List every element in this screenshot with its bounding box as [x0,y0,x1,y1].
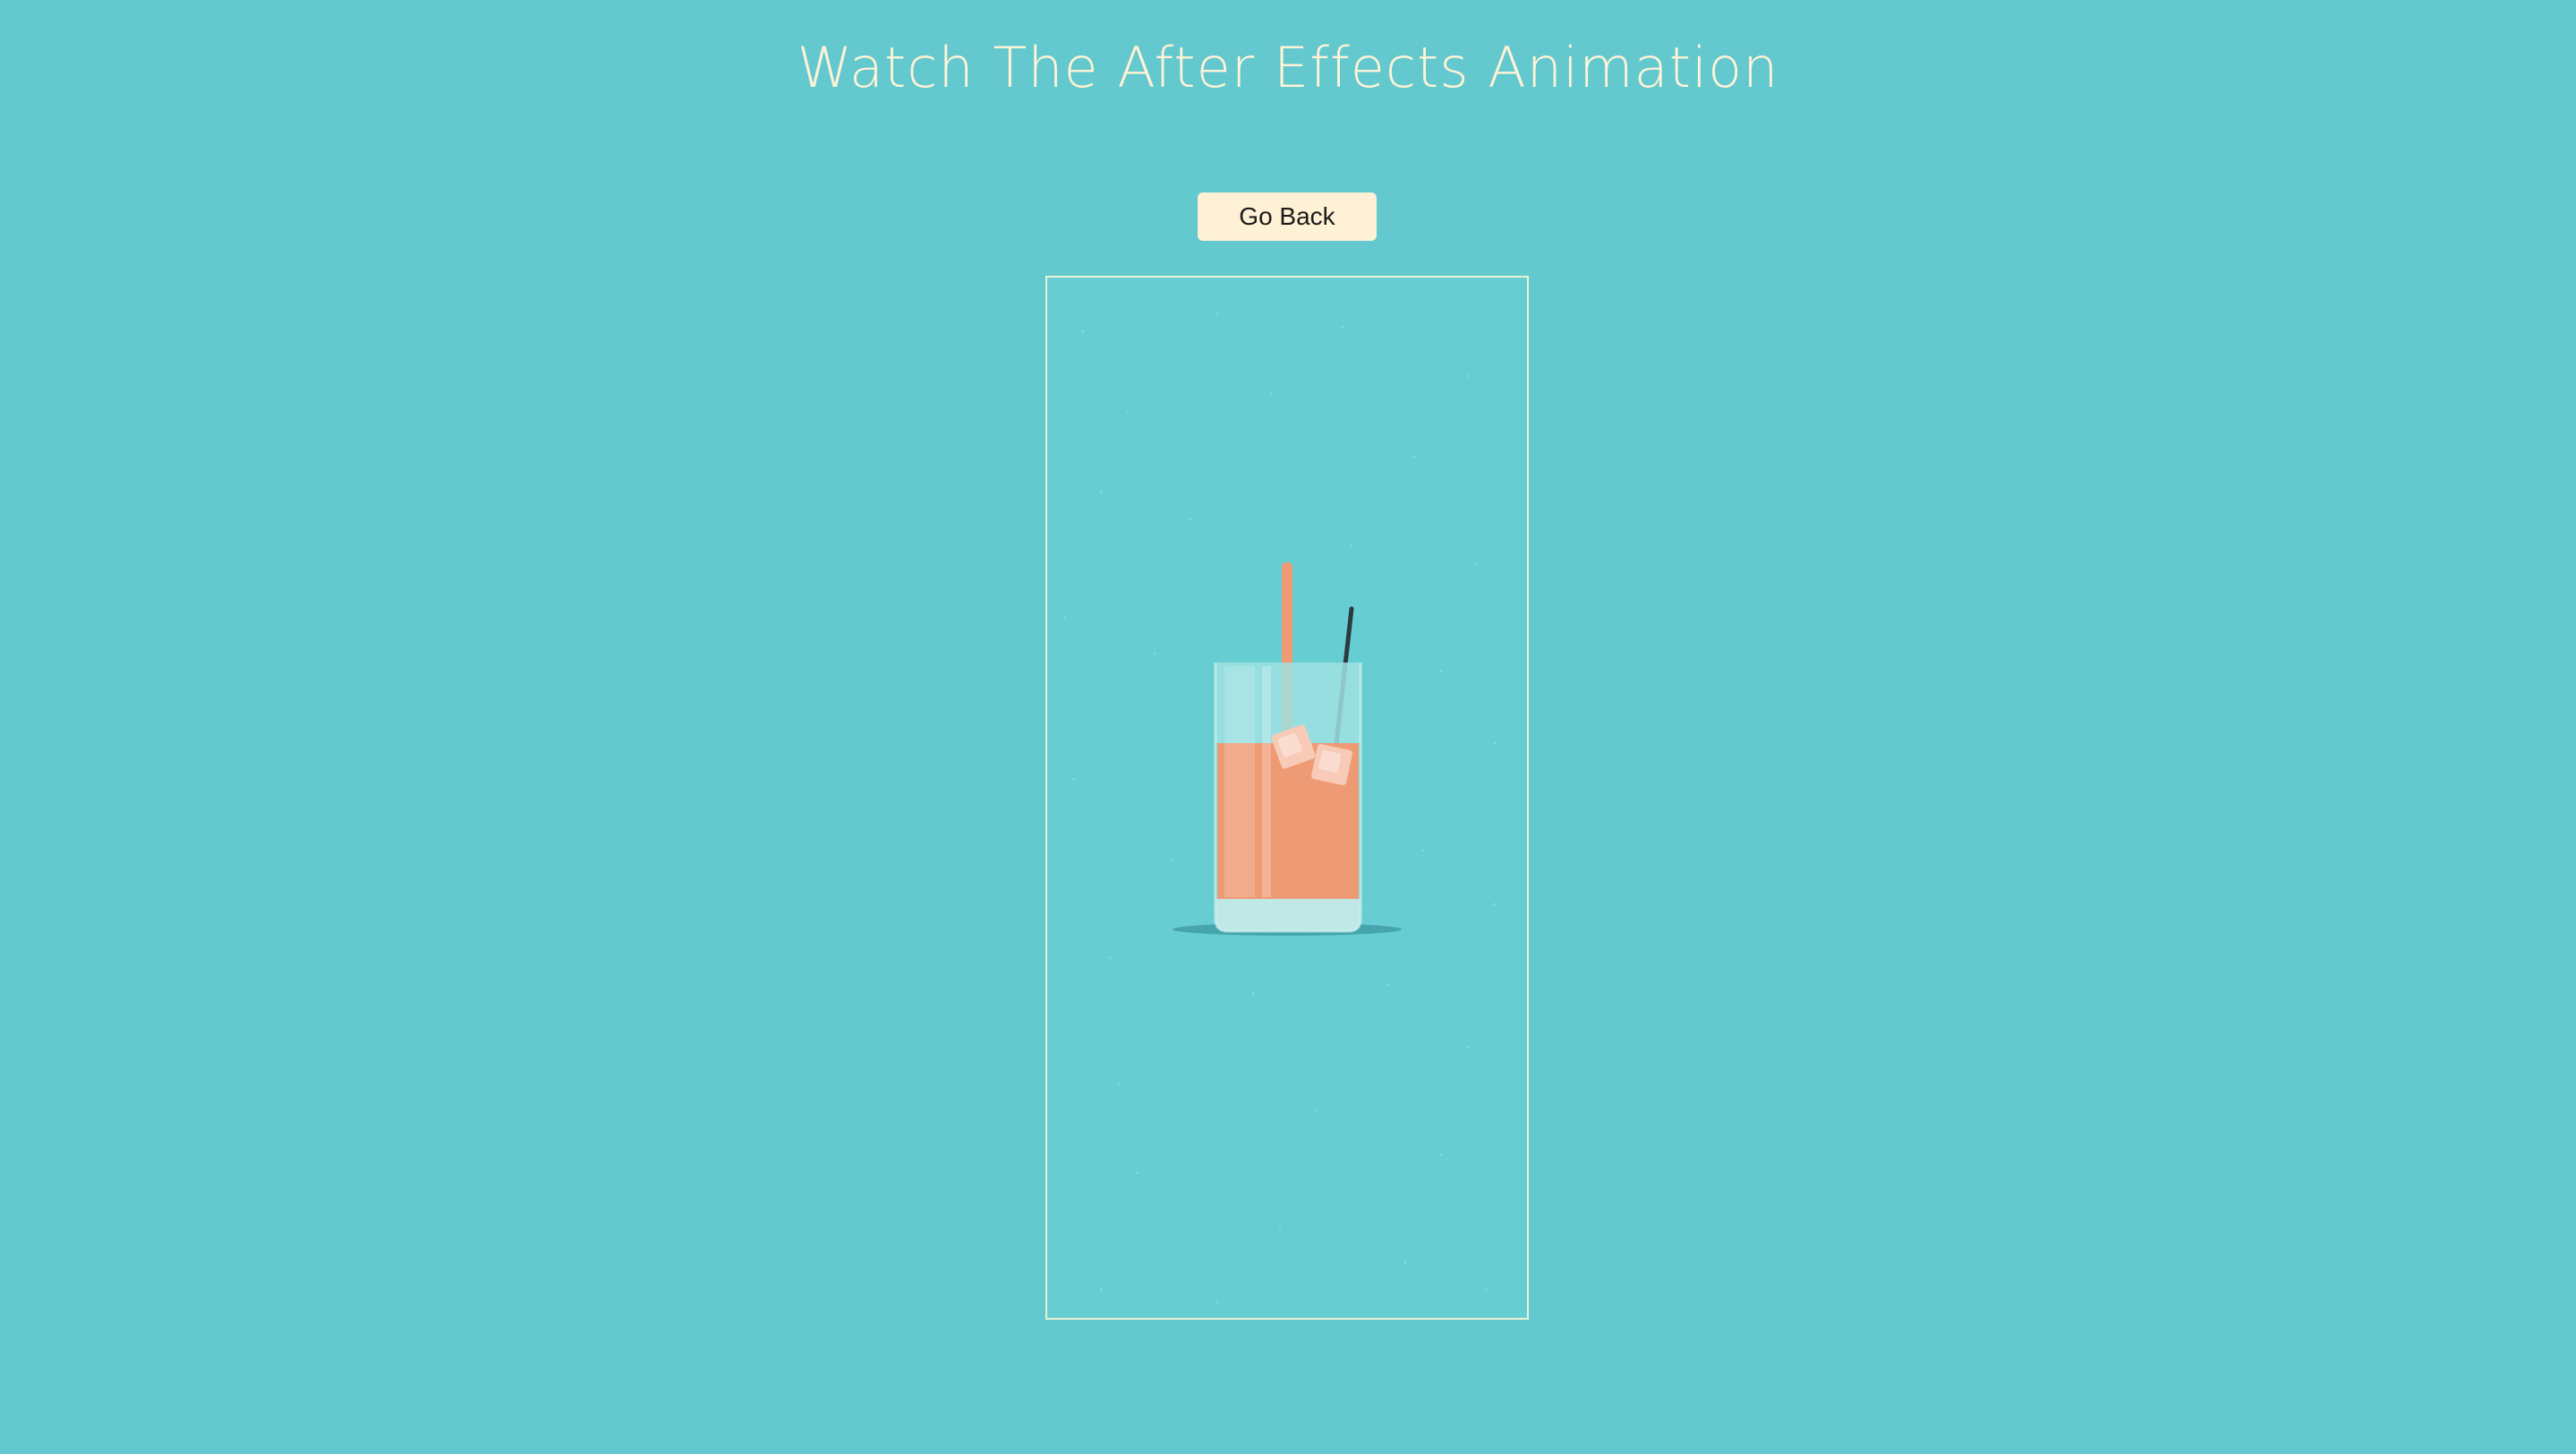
page-title: Watch The After Effects Animation [797,35,1779,100]
glass-highlight-left [1224,666,1255,897]
animation-canvas [1063,312,1497,1304]
animation-video-frame[interactable] [1045,276,1529,1320]
glass-highlight-right [1262,666,1271,897]
ice-cube-2 [1311,744,1352,785]
go-back-button[interactable]: Go Back [1198,192,1377,241]
glass-bottom [1215,899,1361,931]
